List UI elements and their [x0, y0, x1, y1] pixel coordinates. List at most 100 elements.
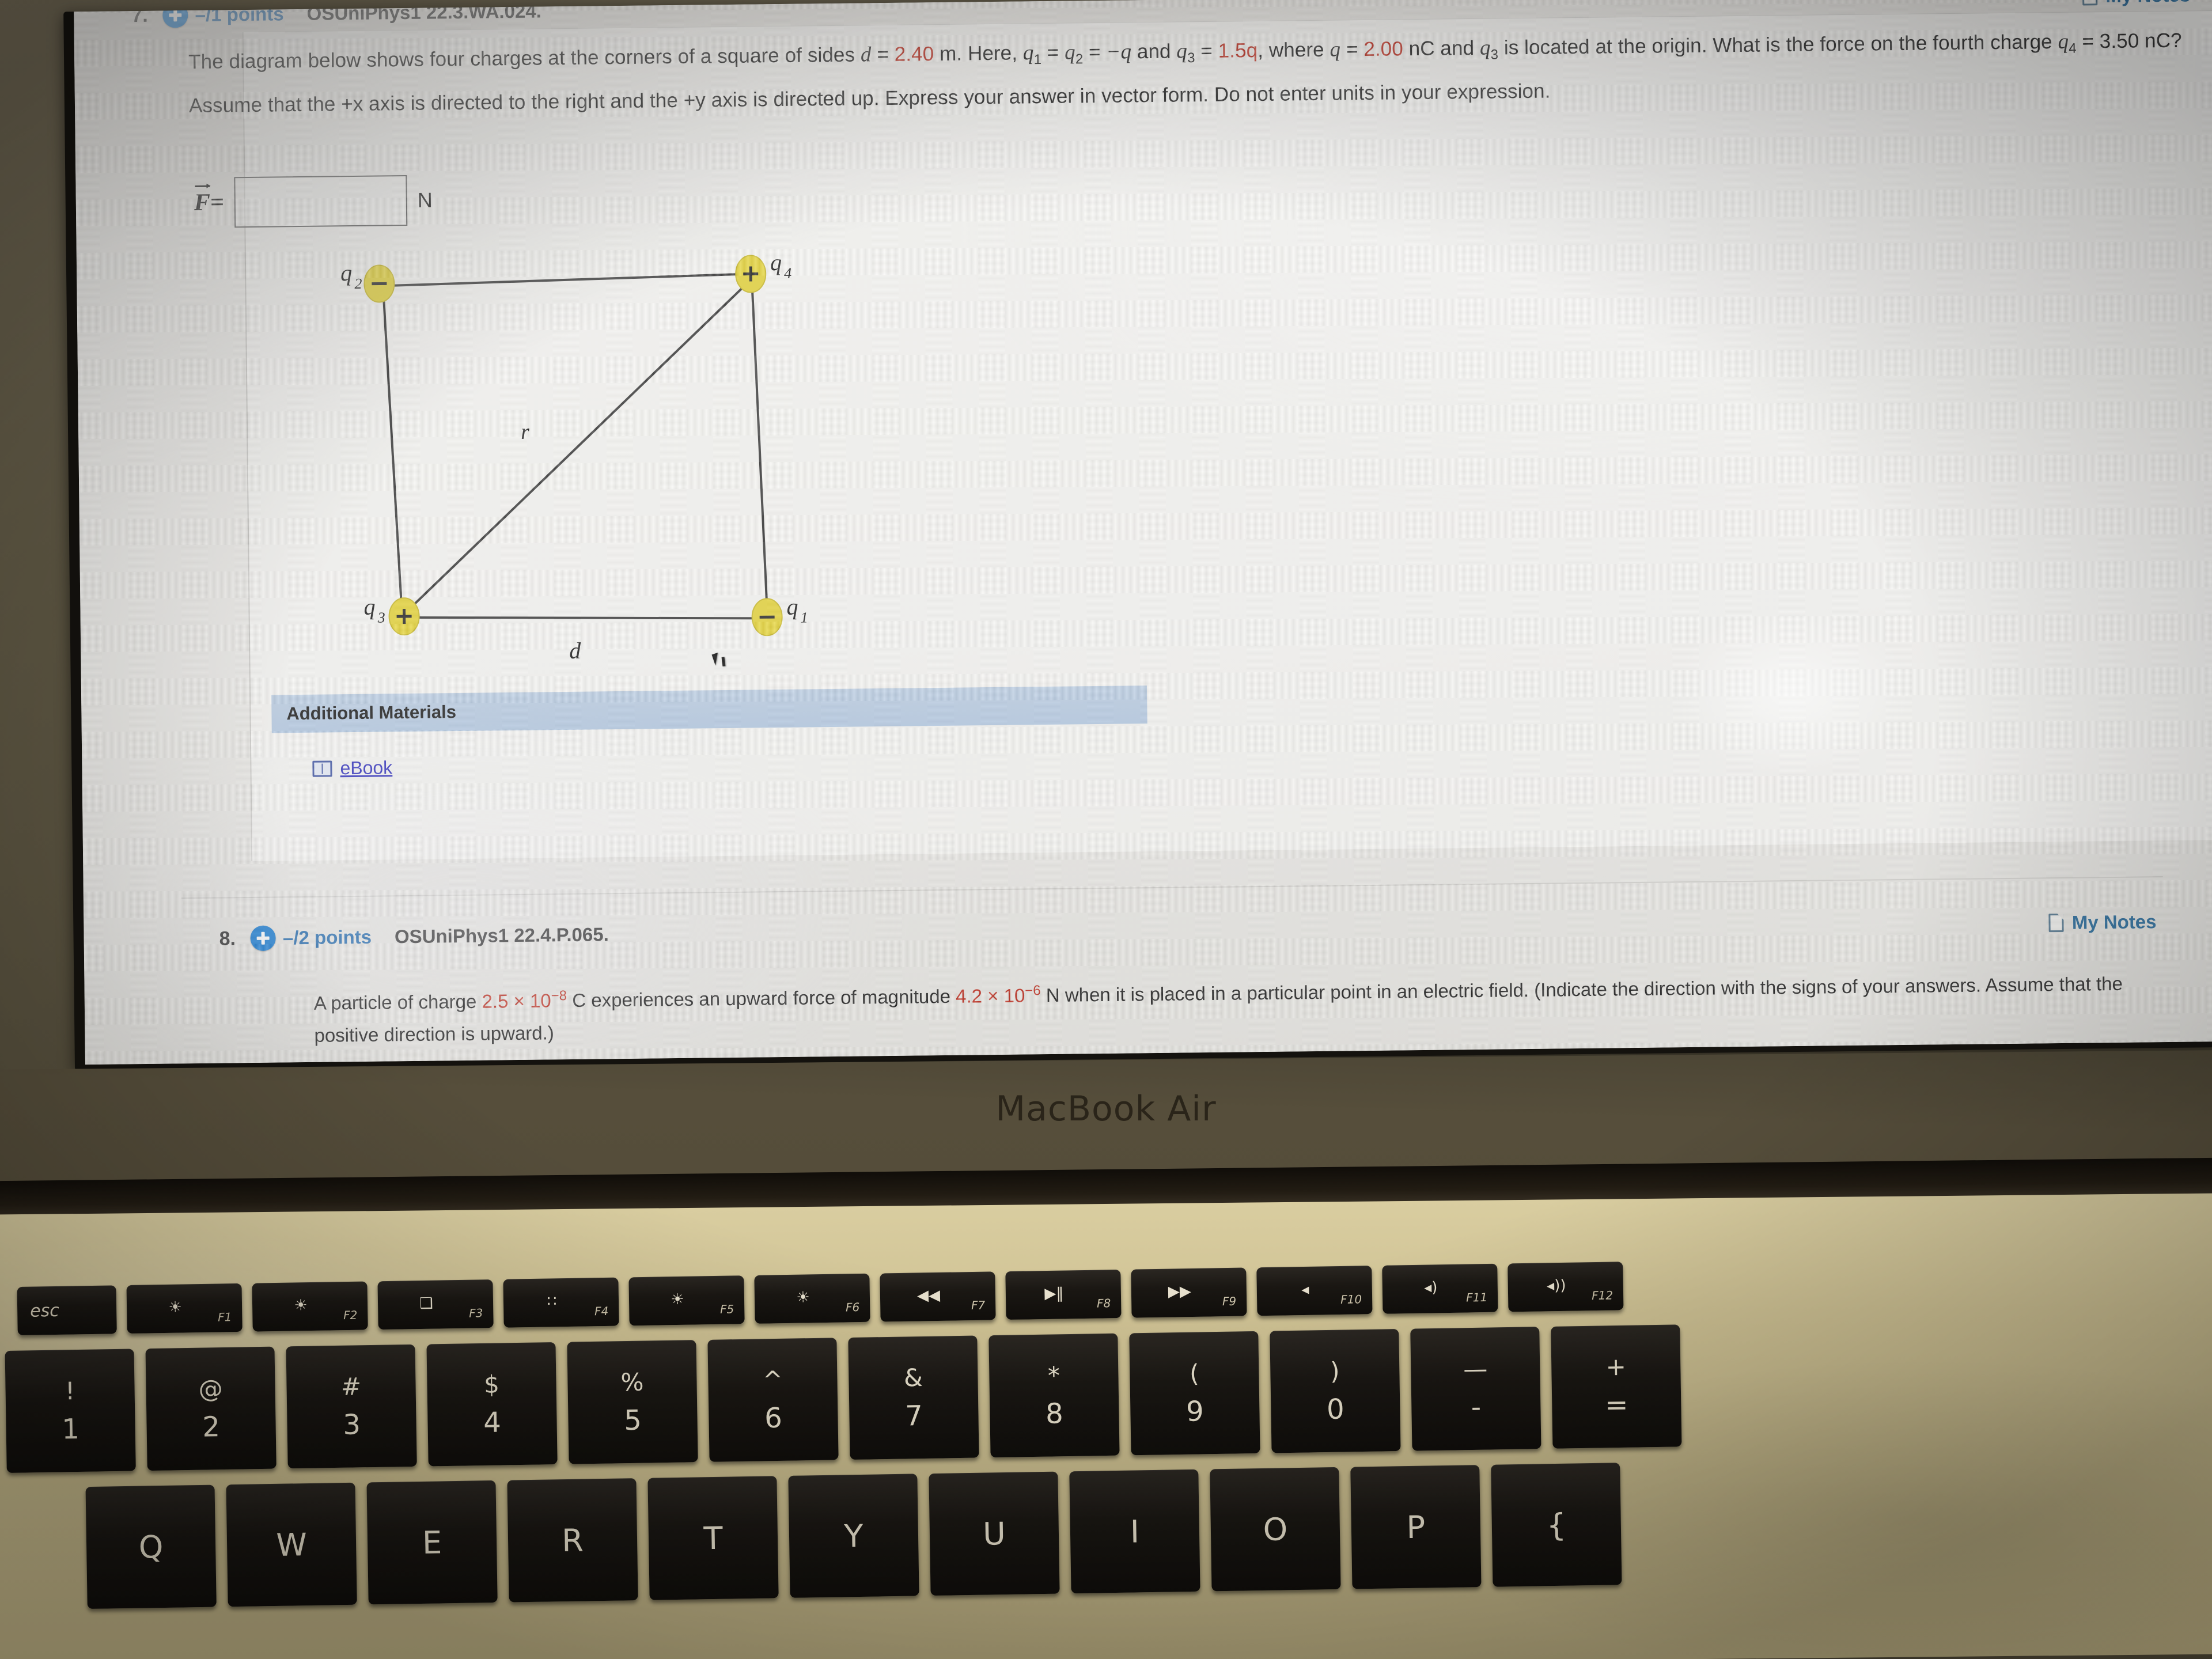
key-1[interactable]: ! 1 — [5, 1349, 136, 1473]
charge-q4-label: q — [770, 249, 782, 275]
brightness-up-icon: ☀ — [294, 1297, 308, 1315]
key-base-label: = — [1604, 1388, 1628, 1421]
key-shift-label: @ — [198, 1374, 223, 1403]
key-f2[interactable]: ☀ F2 — [252, 1281, 368, 1332]
key-base-label: 5 — [623, 1404, 642, 1437]
key-base-label: 4 — [483, 1406, 502, 1439]
keyboard-letter-row: Q W E R T Y U I O P{ — [85, 1463, 1634, 1609]
volume-down-icon: ◂) — [1423, 1279, 1438, 1297]
key-base-label: 2 — [202, 1410, 221, 1444]
q7-q4-symbol: q — [2058, 29, 2069, 54]
q8-force-value: 4.2 × 10 — [955, 984, 1025, 1007]
note-icon-8 — [2048, 913, 2065, 933]
key-shift-label: ) — [1330, 1357, 1340, 1385]
q8-charge-exp: −8 — [551, 988, 567, 1004]
key-f5[interactable]: ☀ F5 — [628, 1275, 745, 1326]
charge-q1-sub: 1 — [801, 609, 808, 626]
brightness-down-icon: ☀ — [168, 1298, 182, 1316]
key-f12[interactable]: ◂)) F12 — [1508, 1262, 1624, 1312]
key-label: F2 — [343, 1308, 358, 1323]
key-shift-label: % — [620, 1368, 644, 1396]
key-w[interactable]: W — [226, 1482, 357, 1607]
charge-q2-label: q — [340, 260, 352, 286]
key-shift-label: # — [340, 1372, 362, 1401]
mission-control-icon: ❑ — [419, 1294, 433, 1313]
key-8[interactable]: * 8 — [988, 1333, 1120, 1458]
key-6[interactable]: ^ 6 — [707, 1338, 839, 1462]
q8-charge-value: 2.5 × 10 — [482, 990, 551, 1012]
key-f1[interactable]: ☀ F1 — [126, 1283, 243, 1334]
key-label: F8 — [1096, 1296, 1111, 1310]
volume-up-icon: ◂)) — [1546, 1277, 1566, 1295]
q7-q1-sub: 1 — [1033, 52, 1042, 68]
force-answer-input[interactable] — [234, 175, 408, 228]
key-5[interactable]: % 5 — [567, 1340, 698, 1464]
q7-q2-sub: 2 — [1075, 51, 1084, 67]
mute-icon: ◂ — [1301, 1281, 1309, 1299]
book-icon — [312, 760, 332, 777]
play-pause-icon: ▶‖ — [1044, 1285, 1064, 1303]
key-f3[interactable]: ❑ F3 — [377, 1279, 494, 1330]
key-q[interactable]: Q — [85, 1484, 217, 1609]
launchpad-icon: ∷ — [547, 1293, 557, 1310]
q7-q3b-sub: 3 — [1490, 47, 1499, 63]
my-notes-link-7[interactable]: My Notes — [2082, 0, 2190, 7]
key-r[interactable]: R — [507, 1478, 638, 1603]
key-f9[interactable]: ▶▶ F9 — [1131, 1267, 1247, 1318]
edge-bottom — [406, 616, 764, 620]
force-vector-label: F= — [194, 185, 224, 217]
key-f11[interactable]: ◂) F11 — [1382, 1263, 1498, 1314]
expand-icon-8[interactable] — [250, 925, 276, 951]
q7-q-symbol: q — [1330, 37, 1341, 62]
key-f7[interactable]: ◀◀ F7 — [880, 1271, 996, 1322]
key-i[interactable]: I — [1069, 1469, 1200, 1594]
key-o[interactable]: O — [1210, 1467, 1341, 1592]
key-7[interactable]: & 7 — [848, 1335, 979, 1460]
key-base-label: 9 — [1185, 1395, 1205, 1428]
keyboard-bright-icon: ☀ — [796, 1289, 810, 1306]
key-shift-label: $ — [483, 1370, 500, 1399]
key-9[interactable]: (9 — [1129, 1331, 1260, 1456]
key-3[interactable]: #3 — [286, 1344, 417, 1469]
key-label: F1 — [217, 1310, 232, 1324]
label-r: r — [521, 420, 529, 444]
q7-nc: nC and — [1403, 36, 1480, 60]
key-f6[interactable]: ☀ F6 — [754, 1273, 870, 1324]
my-notes-link-8[interactable]: My Notes — [2048, 911, 2157, 934]
key-4[interactable]: $4 — [426, 1342, 558, 1467]
key--[interactable]: — - — [1410, 1327, 1541, 1451]
q7-and: and — [1131, 40, 1177, 63]
edge-right — [751, 282, 768, 608]
key-u[interactable]: U — [929, 1471, 1060, 1596]
q7-text-3: is located at the origin. What is the fo… — [1498, 30, 2058, 59]
key-t[interactable]: T — [647, 1476, 779, 1600]
key-label: F7 — [971, 1298, 986, 1313]
rewind-icon: ◀◀ — [916, 1286, 941, 1305]
key-f8[interactable]: ▶‖ F8 — [1005, 1269, 1122, 1320]
key-y[interactable]: Y — [788, 1474, 919, 1598]
key-=[interactable]: + = — [1551, 1324, 1682, 1449]
my-notes-label-8: My Notes — [2071, 911, 2157, 933]
key-base-label: 1 — [61, 1412, 80, 1445]
answer-row: F= N — [194, 175, 433, 228]
q7-eq-4: = — [1195, 39, 1218, 63]
q7-where: , where — [1257, 38, 1330, 62]
key-e[interactable]: E — [366, 1480, 498, 1605]
key-shift-label: ! — [65, 1376, 75, 1405]
key-f10[interactable]: ◂ F10 — [1256, 1266, 1373, 1316]
ebook-link[interactable]: eBook — [312, 757, 392, 779]
q7-text-2: m. Here, — [934, 41, 1024, 66]
laptop-screen: 7. –/1 points OSUniPhys1 22.3.WA.024. My… — [74, 0, 2212, 1065]
key-p[interactable]: P — [1350, 1465, 1482, 1589]
key-{[interactable]: { — [1491, 1463, 1622, 1587]
q7-q3b-symbol: q — [1479, 36, 1491, 60]
question-8-code: OSUniPhys1 22.4.P.065. — [394, 923, 609, 948]
key-esc[interactable]: esc — [17, 1285, 117, 1336]
key-2[interactable]: @2 — [145, 1346, 276, 1471]
charge-q3-label: q — [363, 594, 375, 620]
macbook-brand-label: MacBook Air — [995, 1089, 1217, 1129]
charge-q1-label: q — [786, 594, 798, 620]
key-0[interactable]: ) 0 — [1270, 1328, 1401, 1453]
webpage-viewport: 7. –/1 points OSUniPhys1 22.3.WA.024. My… — [74, 0, 2212, 1065]
key-f4[interactable]: ∷ F4 — [503, 1277, 619, 1328]
